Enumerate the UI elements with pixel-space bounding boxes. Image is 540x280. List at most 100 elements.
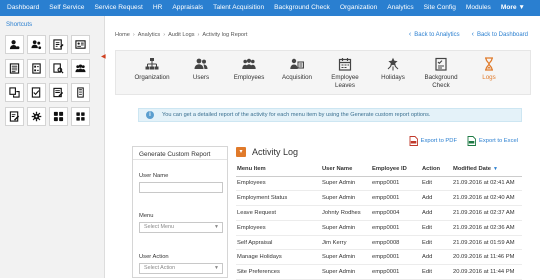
shortcut-group-settings[interactable] (27, 35, 46, 54)
top-navigation: Dashboard Self Service Service Request H… (0, 0, 540, 16)
nav-more-dropdown[interactable]: More ▼ (494, 0, 528, 16)
tab-acquisition[interactable]: Acquisition (272, 57, 322, 82)
cell-modified-date: 21.09.2016 at 02:37 AM (452, 205, 522, 221)
cell-action: Edit (421, 264, 452, 280)
table-row[interactable]: Leave Request Johnty Rodhes empp0004 Add… (236, 205, 522, 221)
column-user-name[interactable]: User Name (321, 162, 371, 177)
cell-employee-id: empp0001 (371, 220, 421, 236)
nav-organization[interactable]: Organization (333, 0, 380, 16)
tab-label: Logs (482, 74, 496, 81)
shortcut-document-list[interactable] (27, 59, 46, 78)
user-name-field[interactable] (139, 182, 223, 193)
user-action-select[interactable]: Select Action ▼ (139, 263, 223, 274)
cell-modified-date: 20.09.2016 at 11:46 PM (452, 249, 522, 266)
table-row[interactable]: Self Appraisal Jim Kerry empp0008 Edit 2… (236, 235, 522, 251)
menu-select[interactable]: Select Menu ▼ (139, 222, 223, 233)
table-row[interactable]: Employment Status Super Admin empp0001 A… (236, 190, 522, 207)
table-row[interactable]: Employees Super Admin empp0001 Edit 21.0… (236, 220, 522, 236)
activity-log-table: Menu Item User Name Employee ID Action M… (236, 162, 522, 280)
generate-report-title: Generate Custom Report (133, 147, 227, 160)
grid-icon (53, 111, 64, 122)
chevron-down-icon: ▼ (214, 224, 219, 230)
nav-service-request[interactable]: Service Request (87, 0, 145, 16)
checklist-edit-icon (53, 39, 64, 50)
cell-employee-id: empp0001 (371, 264, 421, 280)
nav-hr[interactable]: HR (146, 0, 166, 16)
shortcut-grid-large[interactable] (49, 107, 68, 126)
shortcut-grid (5, 35, 90, 126)
column-label: Modified Date (453, 165, 492, 172)
cell-action: Add (421, 249, 452, 266)
cell-employee-id: empp0008 (371, 235, 421, 251)
tab-users[interactable]: Users (176, 57, 226, 82)
nav-site-config[interactable]: Site Config (417, 0, 459, 16)
tab-label: Acquisition (282, 74, 312, 81)
nav-talent-acquisition[interactable]: Talent Acquisition (206, 0, 267, 16)
export-pdf-link[interactable]: Export to PDF (409, 136, 457, 146)
menu-select-value: Select Menu (144, 224, 174, 230)
breadcrumb-separator: › (163, 32, 166, 38)
users-icon (194, 58, 208, 69)
back-to-dashboard-link[interactable]: ‹ Back to Dashboard (472, 31, 528, 38)
tab-label: Organization (134, 74, 170, 81)
nav-analytics[interactable]: Analytics (380, 0, 416, 16)
back-to-dashboard-label: Back to Dashboard (476, 31, 528, 38)
collapse-toggle-icon[interactable]: ▾ (236, 147, 246, 157)
column-label: Action (422, 165, 441, 172)
shortcut-edit-doc[interactable] (5, 107, 24, 126)
shortcut-edit-notes[interactable] (49, 83, 68, 102)
sidebar-collapse-icon[interactable]: ◀ (101, 53, 107, 62)
table-row[interactable]: Site Preferences Super Admin empp0001 Ed… (236, 264, 522, 280)
analytics-tabs: Organization Users Employees Acquisition… (115, 50, 531, 95)
shortcut-numbered-list[interactable] (71, 83, 90, 102)
cell-action: Add (421, 205, 452, 221)
table-row[interactable]: Employees Super Admin empp0001 Edit 21.0… (236, 176, 522, 192)
shortcut-document-check[interactable] (27, 83, 46, 102)
export-links: Export to PDF Export to Excel (409, 136, 518, 146)
breadcrumb-home[interactable]: Home (115, 32, 130, 38)
document-check-icon (31, 87, 41, 98)
column-action[interactable]: Action (421, 162, 452, 177)
shortcut-user-settings[interactable] (5, 35, 24, 54)
tab-holidays[interactable]: Holidays (368, 57, 418, 82)
user-action-select-value: Select Action (144, 265, 176, 271)
nav-appraisals[interactable]: Appraisals (165, 0, 206, 16)
tab-label: Employee Leaves (331, 74, 359, 89)
shortcut-form[interactable] (5, 59, 24, 78)
shortcut-document-swap[interactable] (5, 83, 24, 102)
info-message: i You can get a detailed report of the a… (138, 108, 522, 122)
tab-organization[interactable]: Organization (127, 57, 177, 82)
breadcrumb-current: Activity log Report (202, 32, 248, 38)
shortcut-group[interactable] (71, 59, 90, 78)
grid-small-icon (76, 112, 85, 121)
table-row[interactable]: Manage Holidays Super Admin empp0001 Add… (236, 249, 522, 266)
tab-employees[interactable]: Employees (224, 57, 274, 82)
back-to-analytics-link[interactable]: ‹ Back to Analytics (409, 31, 460, 38)
cell-action: Add (421, 190, 452, 207)
shortcut-grid-small[interactable] (71, 107, 90, 126)
numbered-list-icon (77, 87, 84, 98)
cell-modified-date: 21.09.2016 at 02:40 AM (452, 190, 522, 207)
column-employee-id[interactable]: Employee ID (371, 162, 421, 177)
nav-self-service[interactable]: Self Service (42, 0, 87, 16)
cell-employee-id: empp0001 (371, 190, 421, 207)
cell-user-name: Jim Kerry (321, 235, 371, 251)
tab-logs[interactable]: Logs (464, 57, 514, 82)
cell-employee-id: empp0001 (371, 176, 421, 192)
shortcut-checklist-edit[interactable] (49, 35, 68, 54)
shortcut-document-search[interactable] (49, 59, 68, 78)
export-pdf-label: Export to PDF (420, 138, 457, 144)
cell-employee-id: empp0004 (371, 205, 421, 221)
nav-modules[interactable]: Modules (459, 0, 494, 16)
shortcut-id-card[interactable] (71, 35, 90, 54)
shortcut-settings[interactable] (27, 107, 46, 126)
tab-employee-leaves[interactable]: Employee Leaves (320, 57, 370, 89)
column-menu-item[interactable]: Menu Item (236, 162, 321, 177)
nav-dashboard[interactable]: Dashboard (0, 0, 42, 16)
breadcrumb-analytics[interactable]: Analytics (138, 32, 160, 38)
column-modified-date[interactable]: Modified Date ▼ (452, 162, 522, 177)
tab-background-check[interactable]: Background Check (416, 57, 466, 89)
export-excel-link[interactable]: Export to Excel (467, 136, 518, 146)
nav-background-check[interactable]: Background Check (267, 0, 333, 16)
breadcrumb-audit-logs[interactable]: Audit Logs (168, 32, 194, 38)
